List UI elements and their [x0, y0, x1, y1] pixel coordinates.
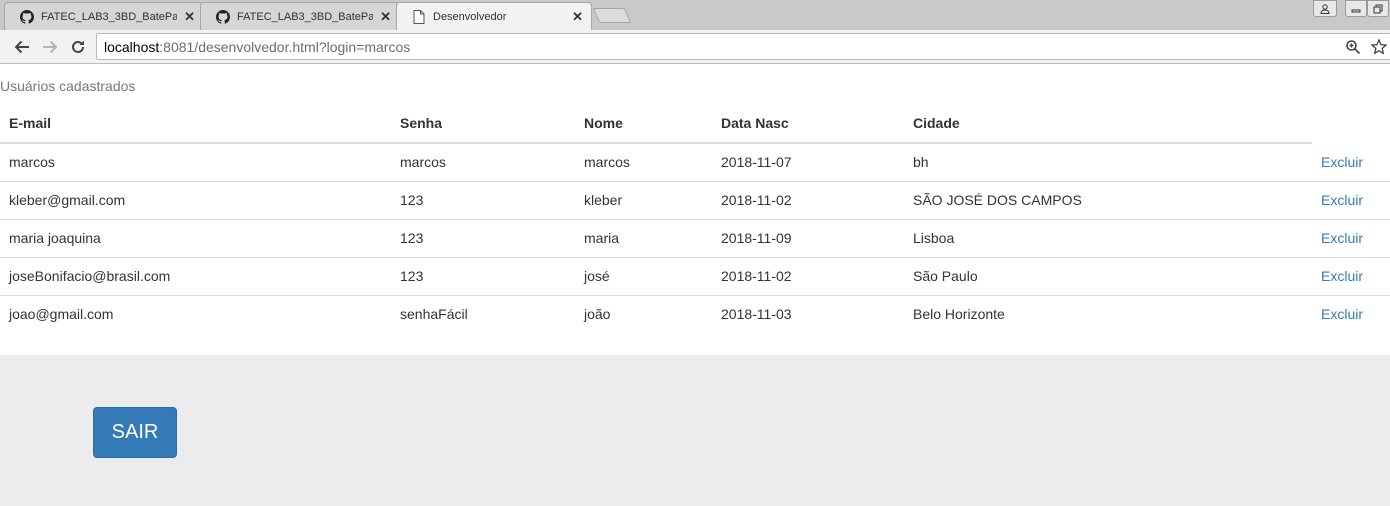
cell-senha: 123: [391, 218, 575, 257]
cell-action: Excluir: [1312, 218, 1390, 257]
cell-nome: kleber: [575, 180, 712, 219]
cell-action: Excluir: [1312, 294, 1390, 333]
restore-icon[interactable]: [1367, 0, 1389, 17]
zoom-icon[interactable]: [1345, 39, 1361, 58]
cell-action: Excluir: [1312, 256, 1390, 295]
cell-email: joao@gmail.com: [0, 294, 391, 333]
profile-icon[interactable]: [1313, 0, 1337, 17]
tab-github-2[interactable]: FATEC_LAB3_3BD_BatePap ✕: [200, 2, 400, 30]
cell-cidade: São Paulo: [904, 256, 1312, 295]
reload-icon[interactable]: [66, 35, 90, 59]
column-header-email: E-mail: [0, 104, 391, 144]
forward-icon[interactable]: [38, 35, 62, 59]
cell-email: joseBonifacio@brasil.com: [0, 256, 391, 295]
cell-data-nasc: 2018-11-02: [712, 180, 904, 219]
close-icon[interactable]: ✕: [184, 9, 195, 25]
column-header-senha: Senha: [391, 104, 575, 144]
cell-senha: 123: [391, 180, 575, 219]
back-icon[interactable]: [10, 35, 34, 59]
table-row: kleber@gmail.com 123 kleber 2018-11-02 S…: [0, 180, 1390, 219]
minimize-icon[interactable]: [1345, 0, 1367, 17]
logout-button[interactable]: SAIR: [93, 407, 177, 458]
page-icon: [411, 9, 427, 25]
cell-email: maria joaquina: [0, 218, 391, 257]
column-header-data-nasc: Data Nasc: [712, 104, 904, 144]
cell-nome: maria: [575, 218, 712, 257]
table-row: joao@gmail.com senhaFácil joão 2018-11-0…: [0, 294, 1390, 333]
url-path: :8081/desenvolvedor.html?login=marcos: [159, 38, 411, 55]
tab-title: FATEC_LAB3_3BD_BatePap: [237, 10, 373, 23]
cell-cidade: SÃO JOSÉ DOS CAMPOS: [904, 180, 1312, 219]
cell-data-nasc: 2018-11-07: [721, 154, 792, 171]
cell-senha: senhaFácil: [391, 294, 575, 333]
cell-action: Excluir: [1312, 180, 1390, 219]
new-tab-button[interactable]: [592, 8, 632, 23]
cell-cidade: Lisboa: [904, 218, 1312, 257]
column-header-cidade: Cidade: [904, 104, 1312, 144]
column-header-action: [1312, 104, 1390, 143]
delete-link[interactable]: Excluir: [1321, 230, 1363, 246]
cell-data-nasc: 2018-11-03: [712, 294, 904, 333]
table-row: maria joaquina 123 maria 2018-11-09 Lisb…: [0, 218, 1390, 257]
star-icon[interactable]: [1370, 38, 1388, 58]
cell-cidade: bh: [913, 154, 929, 171]
github-icon: [215, 9, 231, 25]
cell-email: kleber@gmail.com: [0, 180, 391, 219]
cell-data-nasc: 2018-11-09: [712, 218, 904, 257]
footer-area: SAIR: [0, 355, 1390, 506]
cell-senha: 123: [391, 256, 575, 295]
delete-link[interactable]: Excluir: [1321, 154, 1363, 170]
cell-senha: marcos: [400, 154, 446, 171]
close-icon[interactable]: ✕: [572, 9, 583, 25]
page-title: Usuários cadastrados: [0, 78, 136, 94]
tab-title: Desenvolvedor: [433, 11, 507, 23]
delete-link[interactable]: Excluir: [1321, 192, 1363, 208]
browser-toolbar: localhost:8081/desenvolvedor.html?login=…: [0, 30, 1390, 64]
table-row: marcos marcos marcos 2018-11-07 bh Exclu…: [0, 143, 1390, 181]
cell-nome: joão: [575, 294, 712, 333]
github-icon: [19, 9, 35, 25]
url-host: localhost: [104, 38, 160, 55]
users-table: E-mail Senha Nome Data Nasc Cidade marco…: [0, 104, 1390, 333]
column-header-nome: Nome: [575, 104, 712, 144]
cell-action: Excluir: [1312, 143, 1390, 181]
tab-github-1[interactable]: FATEC_LAB3_3BD_BatePap ✕: [4, 2, 204, 30]
page-content: Usuários cadastrados E-mail Senha Nome D…: [0, 65, 1390, 506]
cell-nome: marcos: [584, 154, 630, 171]
cell-nome: josé: [575, 256, 712, 295]
cell-cidade: Belo Horizonte: [904, 294, 1312, 333]
tab-desenvolvedor[interactable]: Desenvolvedor ✕: [396, 2, 592, 31]
address-bar[interactable]: localhost:8081/desenvolvedor.html?login=…: [96, 33, 1390, 60]
close-icon[interactable]: ✕: [380, 9, 391, 25]
tab-title: FATEC_LAB3_3BD_BatePap: [41, 10, 177, 23]
table-header-row: E-mail Senha Nome Data Nasc Cidade: [0, 104, 1390, 144]
cell-email: marcos: [9, 154, 55, 171]
users-panel: Usuários cadastrados E-mail Senha Nome D…: [0, 65, 1390, 355]
delete-link[interactable]: Excluir: [1321, 306, 1363, 322]
browser-tab-strip: FATEC_LAB3_3BD_BatePap ✕ FATEC_LAB3_3BD_…: [0, 0, 1390, 31]
cell-data-nasc: 2018-11-02: [712, 256, 904, 295]
table-row: joseBonifacio@brasil.com 123 josé 2018-1…: [0, 256, 1390, 295]
delete-link[interactable]: Excluir: [1321, 268, 1363, 284]
